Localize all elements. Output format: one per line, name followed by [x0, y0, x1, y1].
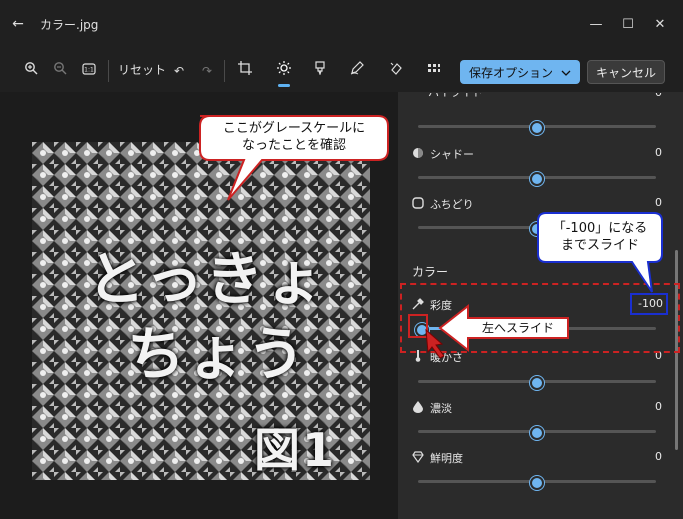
grayscale-callout-line1: ここがグレースケールに	[205, 120, 383, 137]
value-callout-line1: 「-100」になる	[540, 220, 660, 237]
grayscale-callout-line2: なったことを確認	[205, 137, 383, 154]
value-callout-text: 「-100」になる までスライド	[540, 220, 660, 254]
annotation-shapes	[0, 0, 683, 519]
value-callout-line2: までスライド	[540, 237, 660, 254]
mouse-cursor-icon	[426, 330, 444, 358]
slide-left-label: 左へスライド	[470, 319, 566, 336]
grayscale-callout-text: ここがグレースケールに なったことを確認	[205, 120, 383, 154]
